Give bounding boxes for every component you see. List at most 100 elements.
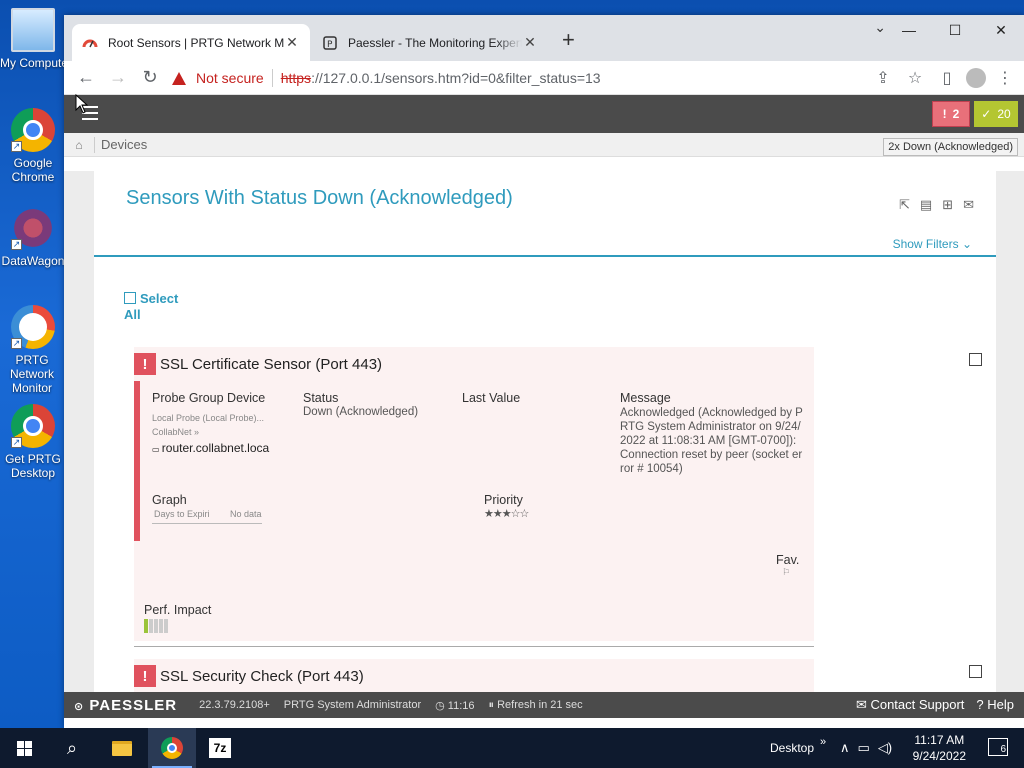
favorite-flag-icon[interactable]: ⚐ <box>782 567 790 578</box>
desktop-icon-google-chrome[interactable]: ↗ Google Chrome <box>0 108 66 184</box>
start-button[interactable] <box>0 728 48 768</box>
security-indicator[interactable]: Not secure <box>172 70 264 86</box>
tab-paessler[interactable]: P Paessler - The Monitoring Expert ✕ <box>312 24 548 61</box>
desktop-icon-label: My Computer <box>0 56 64 70</box>
column-label-perf-impact: Perf. Impact <box>144 603 212 617</box>
sensor-row-checkbox[interactable] <box>969 353 982 366</box>
back-button[interactable]: ← <box>70 67 102 88</box>
forward-button[interactable]: → <box>102 67 134 88</box>
notification-center-button[interactable]: 6 <box>988 738 1008 756</box>
sensor-name[interactable]: SSL Certificate Sensor (Port 443) <box>160 356 382 373</box>
sensor-row-checkbox[interactable] <box>969 665 982 678</box>
add-page-icon[interactable]: ⊞ <box>942 197 953 213</box>
tab-root-sensors[interactable]: Root Sensors | PRTG Network Mo ✕ <box>72 24 310 61</box>
column-label-fav: Fav. <box>776 553 800 567</box>
down-count: 2 <box>952 107 960 121</box>
desktop-label: Desktop <box>770 741 815 755</box>
search-button[interactable]: ⌕ <box>48 728 96 768</box>
main-content: Sensors With Status Down (Acknowledged) … <box>64 171 1024 692</box>
reload-button[interactable]: ↻ <box>134 67 166 88</box>
desktop-icon-datawagon[interactable]: ↗ DataWagon <box>0 206 66 268</box>
network-icon[interactable]: ▭ <box>858 740 870 756</box>
help-icon: ? <box>976 697 988 712</box>
address-bar[interactable]: Not secure https://127.0.0.1/sensors.htm… <box>172 64 872 92</box>
share-icon[interactable]: ⇪ <box>870 65 896 91</box>
desktop-icon-label: Get PRTG Desktop <box>5 452 61 480</box>
up-status-button[interactable]: ✓ 20 <box>974 101 1018 127</box>
tray-chevron-up-icon[interactable]: ∧ <box>840 740 850 756</box>
computer-icon <box>11 8 55 52</box>
column-label-message: Message <box>620 391 671 405</box>
desktop-icon-label: Google Chrome <box>11 156 55 184</box>
refresh-item[interactable]: ⏸ Refresh in 21 sec <box>489 699 583 712</box>
close-tab-icon[interactable]: ✕ <box>284 34 300 51</box>
close-window-button[interactable]: ✕ <box>978 15 1024 45</box>
7zip-taskbar-button[interactable]: 7z <box>196 728 244 768</box>
paessler-favicon-icon: P <box>323 35 337 50</box>
tab-search-chevron-icon[interactable]: ⌄ <box>874 19 886 36</box>
column-label-graph: Graph <box>152 493 187 507</box>
clock-icon: ◷ <box>435 699 448 712</box>
sensor-name[interactable]: SSL Security Check (Port 443) <box>160 668 364 685</box>
desktop-toolbar[interactable]: Desktop <box>770 728 814 768</box>
email-icon[interactable]: ✉ <box>963 197 974 213</box>
side-panel-icon[interactable]: ▯ <box>934 65 960 91</box>
exclamation-icon: ! <box>942 107 947 121</box>
file-explorer-button[interactable] <box>98 728 146 768</box>
down-acknowledged-status-button[interactable]: ! 2 <box>932 101 970 127</box>
menu-kebab-icon[interactable]: ⋮ <box>992 65 1018 91</box>
checkmark-icon: ✓ <box>981 107 992 121</box>
desktop-icon-my-computer[interactable]: My Computer <box>0 8 66 70</box>
chrome-icon: ↗ <box>11 404 55 448</box>
device-link[interactable]: ▭ router.collabnet.loca <box>152 441 284 455</box>
select-all-checkbox[interactable]: Select All <box>124 291 194 323</box>
chrome-taskbar-button[interactable] <box>148 728 196 768</box>
group-link[interactable]: CollabNet » <box>152 427 199 437</box>
priority-stars[interactable]: ★★★☆☆ <box>484 507 529 520</box>
row-divider <box>134 646 814 647</box>
url-scheme: https <box>280 70 312 86</box>
paessler-logo-text: PAESSLER <box>89 696 178 714</box>
clock-date: 9/24/2022 <box>912 749 966 763</box>
help-link[interactable]: ? Help <box>976 697 1014 713</box>
open-external-icon[interactable]: ⇱ <box>899 197 910 213</box>
windows-logo-icon <box>16 740 32 756</box>
help-label: Help <box>987 697 1014 712</box>
tab-bar: Root Sensors | PRTG Network Mo ✕ P Paess… <box>64 15 1024 61</box>
sensor-row[interactable]: ! SSL Certificate Sensor (Port 443) Prob… <box>134 347 814 641</box>
desktop-icon-get-prtg-desktop[interactable]: ↗ Get PRTG Desktop <box>0 404 66 480</box>
desktop-icon-label: PRTG Network Monitor <box>9 353 54 395</box>
device-name: router.collabnet.loca <box>161 441 270 455</box>
user-label[interactable]: PRTG System Administrator <box>284 699 421 711</box>
pause-icon: ⏸ <box>488 698 498 711</box>
maximize-button[interactable]: ☐ <box>932 15 978 45</box>
prtg-header: ! 2 ✓ 20 <box>64 95 1024 133</box>
7zip-icon: 7z <box>209 738 231 758</box>
page-title: Sensors With Status Down (Acknowledged) <box>126 187 513 209</box>
clock-time: 11:17 AM <box>914 733 965 747</box>
home-icon[interactable]: ⌂ <box>64 138 94 152</box>
breadcrumb: ⌂ Devices 2x Down (Acknowledged) <box>64 133 1024 157</box>
new-tab-button[interactable]: + <box>562 27 575 53</box>
column-label-status: Status <box>303 391 339 405</box>
sensor-row[interactable]: ! SSL Security Check (Port 443) <box>134 659 814 692</box>
tab-title: Root Sensors | PRTG Network Mo <box>108 35 284 50</box>
bookmark-star-icon[interactable]: ☆ <box>902 65 928 91</box>
device-icon: ▭ <box>152 445 162 454</box>
breadcrumb-devices[interactable]: Devices <box>101 137 147 152</box>
export-csv-icon[interactable]: ▤ <box>920 197 932 213</box>
desktop-icon-prtg[interactable]: ↗ PRTG Network Monitor <box>0 305 66 395</box>
chrome-icon <box>161 737 183 759</box>
toolbar-expand-icon[interactable]: » <box>820 722 826 762</box>
paessler-logo-icon: ⊙ <box>74 700 85 713</box>
show-filters-link[interactable]: Show Filters ⌄ <box>893 237 972 251</box>
volume-icon[interactable]: ◁) <box>878 740 892 756</box>
profile-avatar[interactable] <box>966 68 986 88</box>
sensor-header: ! SSL Security Check (Port 443) <box>134 659 814 692</box>
taskbar-clock[interactable]: 11:17 AM 9/24/2022 <box>913 732 966 764</box>
probe-link[interactable]: Local Probe (Local Probe)... <box>152 413 264 423</box>
contact-support-link[interactable]: ✉ Contact Support <box>856 697 964 713</box>
close-tab-icon[interactable]: ✕ <box>522 34 538 51</box>
mouse-cursor-icon <box>75 94 89 114</box>
minimize-button[interactable]: — <box>886 15 932 45</box>
